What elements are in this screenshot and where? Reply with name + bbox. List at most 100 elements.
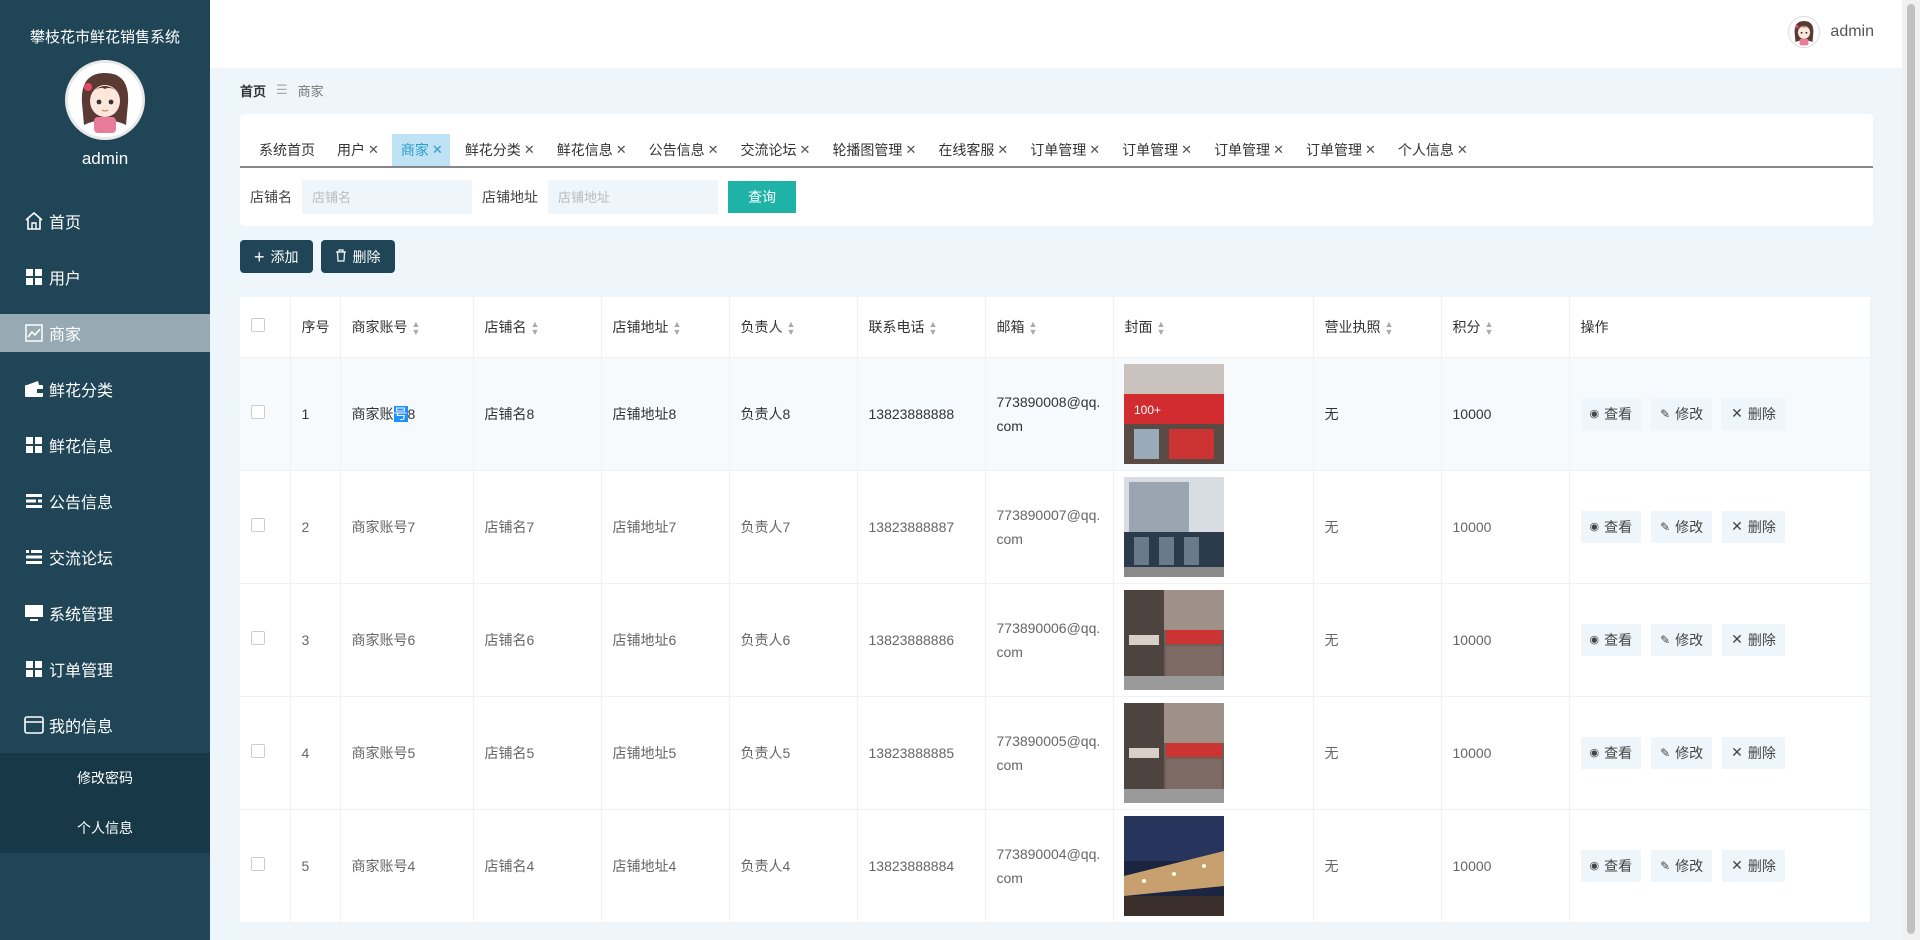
sort-icon[interactable]: ▲ ▼ [1485, 320, 1494, 337]
sort-icon[interactable]: ▲ ▼ [787, 320, 796, 337]
tab-orders-2[interactable]: 订单管理 ✕ [1113, 134, 1199, 166]
row-checkbox[interactable] [251, 405, 265, 419]
tab-orders-3[interactable]: 订单管理 ✕ [1205, 134, 1291, 166]
close-icon[interactable]: ✕ [1457, 142, 1468, 158]
query-button[interactable]: 查询 [728, 181, 796, 213]
tab-forum[interactable]: 交流论坛 ✕ [732, 134, 818, 166]
close-icon[interactable]: ✕ [1273, 142, 1284, 158]
close-icon[interactable]: ✕ [905, 142, 916, 158]
table-header-row: 序号 商家账号 ▲ ▼ 店铺名 ▲ ▼ 店铺地址 ▲ ▼ 负责人 ▲ ▼ 联系电话 ▲ ▼ 邮箱 ▲ ▼… [240, 297, 1871, 358]
column-header[interactable]: 店铺地址 ▲ ▼ [601, 297, 730, 358]
eye-icon: ◉ [1589, 521, 1600, 533]
tab-users[interactable]: 用户 ✕ [328, 134, 386, 166]
close-icon[interactable]: ✕ [997, 142, 1008, 158]
column-header[interactable]: 封面 ▲ ▼ [1113, 297, 1314, 358]
edit-button[interactable]: ✎ 修改 [1651, 623, 1713, 656]
close-icon[interactable]: ✕ [708, 142, 719, 158]
edit-button[interactable]: ✎ 修改 [1651, 849, 1713, 882]
sidebar-item-orders[interactable]: 订单管理 [0, 641, 210, 697]
tab-profile[interactable]: 个人信息 ✕ [1389, 134, 1475, 166]
column-header[interactable]: 邮箱 ▲ ▼ [985, 297, 1114, 358]
row-checkbox[interactable] [251, 518, 265, 532]
edit-button[interactable]: ✎ 修改 [1651, 397, 1713, 430]
delete-row-button[interactable]: ✕ 删除 [1722, 623, 1785, 656]
email: 773890005@qq.com [985, 696, 1114, 810]
manager: 负责人4 [729, 809, 858, 923]
column-header[interactable]: 店铺名 ▲ ▼ [473, 297, 602, 358]
close-icon[interactable]: ✕ [1181, 142, 1192, 158]
view-button[interactable]: ◉ 查看 [1580, 623, 1642, 656]
tab-system-home[interactable]: 系统首页 [250, 134, 322, 166]
view-button[interactable]: ◉ 查看 [1580, 510, 1642, 543]
tab-orders-4[interactable]: 订单管理 ✕ [1297, 134, 1383, 166]
column-header[interactable]: 商家账号 ▲ ▼ [340, 297, 474, 358]
delete-row-button[interactable]: ✕ 删除 [1722, 736, 1785, 769]
row-checkbox[interactable] [251, 857, 265, 871]
close-icon[interactable]: ✕ [1365, 142, 1376, 158]
close-icon[interactable]: ✕ [368, 142, 379, 158]
view-button[interactable]: ◉ 查看 [1580, 849, 1642, 882]
row-checkbox[interactable] [251, 744, 265, 758]
delete-row-button[interactable]: ✕ 删除 [1722, 510, 1785, 543]
column-header[interactable]: 负责人 ▲ ▼ [729, 297, 858, 358]
tab-orders-1[interactable]: 订单管理 ✕ [1021, 134, 1107, 166]
page-scrollbar[interactable] [1902, 0, 1920, 940]
submenu-item-change-password[interactable]: 修改密码 [0, 753, 210, 803]
submenu-item-profile[interactable]: 个人信息 [0, 803, 210, 853]
close-icon[interactable]: ✕ [432, 142, 443, 158]
sidebar-item-home[interactable]: 首页 [0, 193, 210, 249]
column-header[interactable]: 营业执照 ▲ ▼ [1313, 297, 1442, 358]
edit-icon: ✎ [1660, 745, 1671, 760]
delete-row-button[interactable]: ✕ 删除 [1722, 849, 1785, 882]
sort-icon[interactable]: ▲ ▼ [1157, 320, 1166, 337]
edit-button[interactable]: ✎ 修改 [1651, 510, 1713, 543]
operations-cell: ◉ 查看 ✎ 修改 ✕ 删除 [1569, 470, 1871, 584]
edit-button[interactable]: ✎ 修改 [1651, 736, 1713, 769]
close-icon[interactable]: ✕ [1089, 142, 1100, 158]
header-avatar [1788, 16, 1821, 48]
header-user-menu[interactable]: admin [1788, 16, 1874, 48]
sort-icon[interactable]: ▲ ▼ [531, 320, 540, 337]
tab-online-service[interactable]: 在线客服 ✕ [929, 134, 1015, 166]
delete-row-button[interactable]: ✕ 删除 [1722, 397, 1785, 430]
sidebar-item-announcements[interactable]: 公告信息 [0, 473, 210, 529]
column-header[interactable]: 联系电话 ▲ ▼ [857, 297, 986, 358]
column-header[interactable]: 积分 ▲ ▼ [1441, 297, 1570, 358]
sort-icon[interactable]: ▲ ▼ [412, 320, 421, 337]
tab-announcements[interactable]: 公告信息 ✕ [640, 134, 726, 166]
tab-flower-category[interactable]: 鲜花分类 ✕ [456, 134, 542, 166]
sidebar-item-my-info[interactable]: 我的信息 [0, 697, 210, 753]
breadcrumb-home[interactable]: 首页 [240, 81, 266, 100]
close-icon[interactable]: ✕ [616, 142, 627, 158]
delete-button[interactable]: 删除 [320, 240, 395, 273]
sort-icon[interactable]: ▲ ▼ [673, 320, 682, 337]
sort-icon[interactable]: ▲ ▼ [1385, 320, 1394, 337]
scrollbar-thumb[interactable] [1907, 4, 1915, 934]
tab-merchants[interactable]: 商家 ✕ [391, 134, 450, 166]
shop-address-input[interactable] [548, 180, 718, 214]
trash-icon [335, 248, 347, 265]
sort-icon[interactable]: ▲ ▼ [929, 320, 938, 337]
close-icon[interactable]: ✕ [800, 142, 811, 158]
view-button[interactable]: ◉ 查看 [1580, 397, 1642, 430]
tab-flower-info[interactable]: 鲜花信息 ✕ [548, 134, 634, 166]
sidebar-item-flower-info[interactable]: 鲜花信息 [0, 417, 210, 473]
manager: 负责人5 [729, 696, 858, 810]
add-button[interactable]: + 添加 [240, 240, 313, 273]
tab-carousel[interactable]: 轮播图管理 ✕ [823, 134, 923, 166]
view-button[interactable]: ◉ 查看 [1580, 736, 1642, 769]
shop-name-input[interactable] [302, 180, 472, 214]
sidebar-item-label: 我的信息 [49, 719, 114, 736]
manager: 负责人8 [729, 357, 858, 471]
sidebar-item-merchants[interactable]: 商家 [0, 314, 210, 352]
sidebar-item-forum[interactable]: 交流论坛 [0, 529, 210, 585]
row-checkbox[interactable] [251, 631, 265, 645]
sort-icon[interactable]: ▲ ▼ [1029, 320, 1038, 337]
row-index: 5 [290, 809, 341, 923]
tabs-and-search-card: 系统首页 用户 ✕ 商家 ✕ 鲜花分类 ✕ 鲜花信息 ✕ 公告信息 ✕ 交流论坛 ✕ 轮播图… [240, 114, 1873, 226]
sidebar-item-flower-category[interactable]: 鲜花分类 [0, 361, 210, 417]
sidebar-item-system[interactable]: 系统管理 [0, 585, 210, 641]
sidebar-item-users[interactable]: 用户 [0, 249, 210, 305]
select-all-checkbox[interactable] [251, 318, 265, 333]
close-icon[interactable]: ✕ [524, 142, 535, 158]
